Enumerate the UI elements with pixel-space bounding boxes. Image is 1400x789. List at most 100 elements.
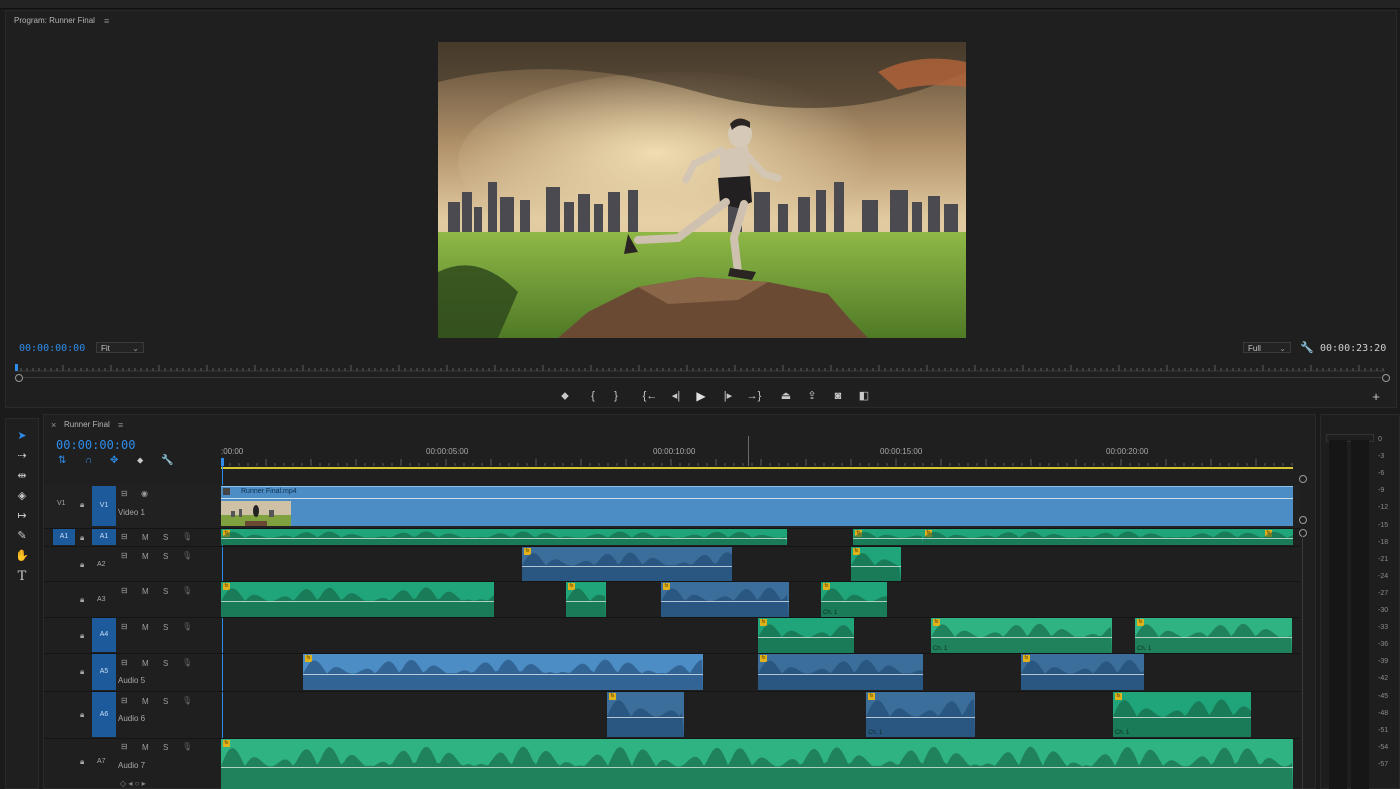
- track-a5-solo[interactable]: S: [163, 659, 168, 668]
- sync-lock-icon[interactable]: ⊟: [121, 696, 128, 705]
- lock-icon[interactable]: 🔒︎: [80, 710, 84, 720]
- type-tool-icon[interactable]: T: [13, 569, 31, 585]
- volume-rubberband[interactable]: [661, 601, 789, 602]
- timeline-panel-menu-icon[interactable]: ≡: [118, 420, 123, 430]
- track-a6-mute[interactable]: M: [142, 697, 149, 706]
- audio-clip[interactable]: fx: [758, 618, 854, 653]
- add-marker-icon[interactable]: ⬥: [137, 455, 143, 466]
- audio-clip[interactable]: fx: [758, 654, 923, 690]
- audio-clip[interactable]: fx: [853, 529, 923, 545]
- lock-icon[interactable]: 🔒︎: [80, 533, 84, 543]
- volume-rubberband[interactable]: [607, 717, 684, 718]
- step-forward-button[interactable]: |▸: [719, 389, 737, 403]
- volume-rubberband[interactable]: [758, 637, 854, 638]
- playhead-marker[interactable]: [15, 364, 18, 371]
- track-a1-solo[interactable]: S: [163, 533, 168, 542]
- volume-rubberband[interactable]: [221, 601, 494, 602]
- timeline-current-time[interactable]: 00:00:00:00: [56, 438, 135, 452]
- snap-magnet-icon[interactable]: ∩: [85, 455, 92, 466]
- volume-rubberband[interactable]: [522, 566, 732, 567]
- volume-rubberband[interactable]: [931, 637, 1112, 638]
- program-current-time[interactable]: 00:00:00:00: [19, 343, 85, 354]
- microphone-icon[interactable]: 🎙︎: [182, 696, 192, 705]
- selection-tool-icon[interactable]: ➤: [13, 428, 31, 444]
- microphone-icon[interactable]: 🎙︎: [182, 532, 192, 541]
- track-v1-target[interactable]: V1: [57, 500, 66, 507]
- program-zoom-scrollbar[interactable]: [23, 377, 1381, 378]
- volume-rubberband[interactable]: [303, 674, 703, 675]
- settings-wrench-icon[interactable]: 🔧: [1300, 341, 1314, 354]
- audio-vertical-scrollbar[interactable]: [1302, 536, 1303, 789]
- track-a3-mute[interactable]: M: [142, 587, 149, 596]
- volume-rubberband[interactable]: [1135, 637, 1292, 638]
- timeline-playhead-handle[interactable]: [221, 458, 224, 466]
- go-to-out-button[interactable]: →}: [745, 389, 763, 403]
- lock-icon[interactable]: 🔒︎: [80, 595, 84, 605]
- audio-clip[interactable]: fx: [1263, 529, 1293, 545]
- zoom-handle-left[interactable]: [15, 374, 23, 382]
- audio-clip[interactable]: fx: [221, 582, 494, 617]
- track-a4-source[interactable]: A4: [92, 618, 116, 652]
- sync-lock-icon[interactable]: ⊟: [121, 658, 128, 667]
- audio-clip[interactable]: fx: [923, 529, 1269, 545]
- track-a6-solo[interactable]: S: [163, 697, 168, 706]
- audio-clip[interactable]: fx Ch. 1: [821, 582, 887, 617]
- comparison-view-button[interactable]: ◧: [855, 389, 873, 403]
- hand-tool-icon[interactable]: ✋: [13, 548, 31, 564]
- track-a1-mute[interactable]: M: [142, 533, 149, 542]
- program-panel-menu-icon[interactable]: ≡: [104, 16, 109, 26]
- track-a2-mute[interactable]: M: [142, 552, 149, 561]
- track-a4-solo[interactable]: S: [163, 623, 168, 632]
- audio-clip[interactable]: fx Ch. 1: [1135, 618, 1292, 653]
- audio-clip[interactable]: fx: [221, 529, 787, 545]
- nest-toggle-icon[interactable]: ⇅: [58, 455, 66, 466]
- vertical-zoom-handle[interactable]: [1299, 529, 1307, 537]
- eye-icon[interactable]: ◉: [141, 489, 148, 498]
- volume-rubberband[interactable]: [923, 538, 1269, 539]
- zoom-level-dropdown[interactable]: Fit ⌄: [96, 342, 144, 353]
- play-button[interactable]: ▶: [692, 389, 710, 403]
- volume-rubberband[interactable]: [758, 674, 923, 675]
- microphone-icon[interactable]: 🎙︎: [182, 551, 192, 560]
- lock-icon[interactable]: 🔒︎: [80, 631, 84, 641]
- keyframe-nav-icon[interactable]: ◇ ◂ ○ ▸: [120, 779, 146, 788]
- vertical-zoom-handle[interactable]: [1299, 475, 1307, 483]
- volume-rubberband[interactable]: [821, 601, 887, 602]
- slip-tool-icon[interactable]: ↦: [13, 508, 31, 524]
- track-a2-source[interactable]: A2: [97, 561, 106, 568]
- vertical-zoom-handle[interactable]: [1299, 516, 1307, 524]
- program-monitor-title[interactable]: Program: Runner Final: [14, 16, 95, 25]
- pen-tool-icon[interactable]: ✎: [13, 528, 31, 544]
- work-area-bar[interactable]: [221, 467, 1293, 469]
- volume-rubberband[interactable]: [851, 566, 901, 567]
- playback-resolution-dropdown[interactable]: Full ⌄: [1243, 342, 1291, 353]
- button-editor-add[interactable]: +: [1367, 390, 1385, 404]
- opacity-rubberband[interactable]: [221, 498, 1293, 499]
- timeline-time-ruler[interactable]: [221, 458, 1293, 470]
- add-marker-button[interactable]: ⬥: [556, 389, 574, 403]
- sync-lock-icon[interactable]: ⊟: [121, 742, 128, 751]
- extract-button[interactable]: ⇪: [803, 389, 821, 403]
- sync-lock-icon[interactable]: ⊟: [121, 489, 128, 498]
- audio-clip[interactable]: fx: [851, 547, 901, 581]
- track-a6-source[interactable]: A6: [92, 692, 116, 737]
- track-a7-source[interactable]: A7: [97, 758, 106, 765]
- sync-lock-icon[interactable]: ⊟: [121, 586, 128, 595]
- lock-icon[interactable]: 🔒︎: [80, 757, 84, 767]
- timeline-settings-wrench-icon[interactable]: 🔧: [161, 455, 173, 466]
- volume-rubberband[interactable]: [566, 601, 606, 602]
- lock-icon[interactable]: 🔒︎: [80, 500, 84, 510]
- export-frame-button[interactable]: ◙: [829, 389, 847, 403]
- zoom-handle-right[interactable]: [1382, 374, 1390, 382]
- track-a1-source[interactable]: A1: [92, 529, 116, 545]
- volume-rubberband[interactable]: [221, 767, 1293, 768]
- razor-tool-icon[interactable]: ◈: [13, 488, 31, 504]
- audio-clip[interactable]: fx Ch. 1: [931, 618, 1112, 653]
- microphone-icon[interactable]: 🎙︎: [182, 586, 192, 595]
- sync-lock-icon[interactable]: ⊟: [121, 532, 128, 541]
- ripple-edit-tool-icon[interactable]: ⇹: [13, 468, 31, 484]
- volume-rubberband[interactable]: [1113, 717, 1251, 718]
- step-back-button[interactable]: ◂|: [667, 389, 685, 403]
- volume-rubberband[interactable]: [866, 717, 975, 718]
- audio-clip[interactable]: fx Ch. 1: [866, 692, 975, 737]
